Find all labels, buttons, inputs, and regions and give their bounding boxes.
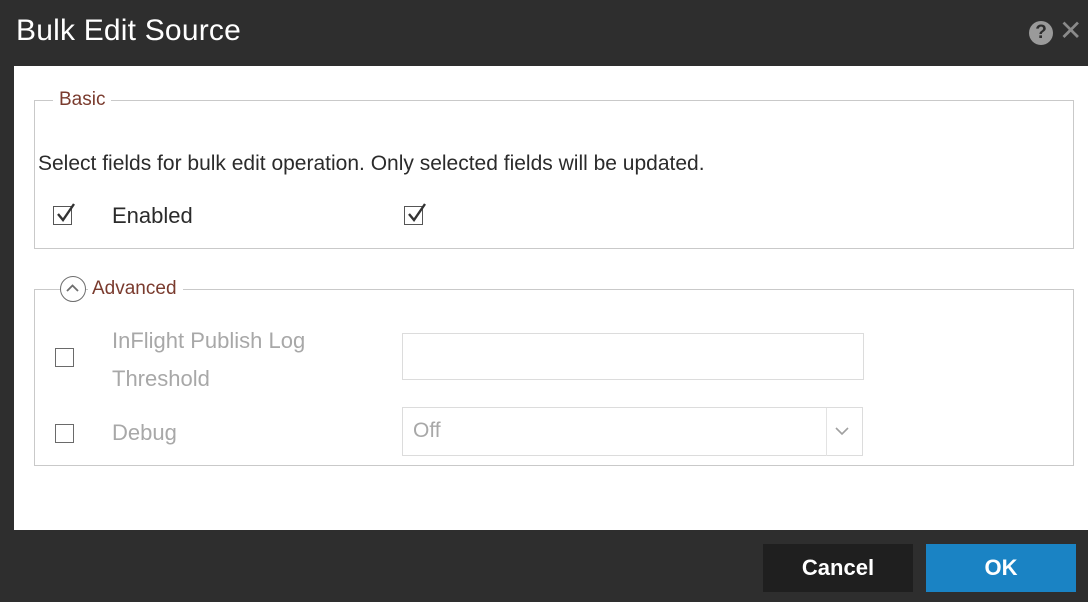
inflight-threshold-input[interactable] <box>402 333 864 380</box>
inflight-threshold-label-line2: Threshold <box>112 366 210 391</box>
ok-button[interactable]: OK <box>926 544 1076 592</box>
chevron-up-circle-icon[interactable] <box>60 276 86 302</box>
advanced-legend[interactable]: Advanced <box>88 278 183 300</box>
debug-select[interactable]: Off <box>402 407 863 456</box>
debug-select-checkbox[interactable] <box>55 424 74 443</box>
checkmark-icon <box>57 203 75 222</box>
enabled-select-checkbox[interactable] <box>53 203 75 225</box>
enabled-value-checkbox[interactable] <box>404 203 426 225</box>
checkmark-icon <box>408 203 426 222</box>
basic-legend: Basic <box>53 89 112 111</box>
dialog-footer <box>0 530 1088 602</box>
inflight-threshold-label-line1: InFlight Publish Log <box>112 328 306 353</box>
bulk-edit-description: Select fields for bulk edit operation. O… <box>38 152 705 175</box>
inflight-threshold-select-checkbox[interactable] <box>55 348 74 367</box>
bulk-edit-dialog: Bulk Edit Source ? ✕ Basic Select fields… <box>0 0 1088 602</box>
cancel-button[interactable]: Cancel <box>763 544 913 592</box>
chevron-down-icon[interactable] <box>833 425 851 437</box>
debug-label: Debug <box>112 420 177 445</box>
dialog-title: Bulk Edit Source <box>16 14 241 47</box>
help-icon[interactable]: ? <box>1029 21 1053 45</box>
dialog-titlebar: Bulk Edit Source ? ✕ <box>0 0 1088 66</box>
select-divider <box>826 408 827 456</box>
enabled-label: Enabled <box>112 203 193 228</box>
close-icon[interactable]: ✕ <box>1059 16 1082 46</box>
debug-select-value: Off <box>413 419 441 442</box>
